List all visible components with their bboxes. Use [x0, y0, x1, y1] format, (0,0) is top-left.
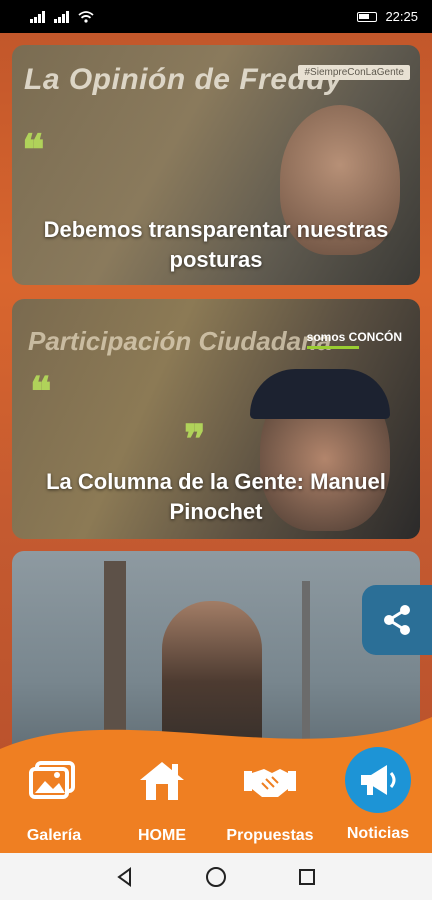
nav-item-noticias[interactable]: Noticias — [324, 747, 432, 843]
signal-icon — [30, 10, 45, 23]
brand-logo: somos CONCÓN — [306, 330, 402, 349]
nav-label: Propuestas — [226, 827, 314, 844]
megaphone-icon — [345, 747, 411, 813]
wifi-icon — [78, 10, 94, 23]
card-banner-text: La Opinión de Freddy — [24, 63, 343, 96]
nav-label: Noticias — [346, 825, 410, 842]
brand-logo-text: somos CONCÓN — [306, 330, 402, 344]
status-time: 22:25 — [385, 9, 418, 24]
nav-item-propuestas[interactable]: Propuestas — [216, 751, 324, 845]
signal-icon — [54, 10, 69, 23]
status-bar: 22:25 — [0, 0, 432, 33]
back-icon[interactable] — [114, 866, 136, 888]
cap-shape — [250, 369, 390, 419]
card-caption: La Columna de la Gente: Manuel Pinochet — [46, 469, 386, 524]
share-button[interactable] — [362, 585, 432, 655]
nav-label: HOME — [138, 827, 186, 844]
share-icon — [384, 605, 410, 635]
quote-icon: ❞ — [184, 418, 206, 462]
nav-label: Galería — [26, 827, 82, 844]
nav-item-home[interactable]: HOME — [108, 751, 216, 845]
card-hashtag: #SiempreConLaGente — [298, 65, 410, 80]
recents-icon[interactable] — [296, 866, 318, 888]
battery-icon — [357, 11, 378, 22]
card-caption: Debemos transparentar nuestras posturas — [43, 217, 389, 272]
news-card[interactable]: La Opinión de Freddy #SiempreConLaGente … — [12, 45, 420, 285]
handshake-icon — [240, 751, 300, 811]
quote-icon: ❝ — [30, 370, 52, 414]
system-navigation-bar — [0, 853, 432, 900]
bottom-navigation: Galería HOME Propuestas Noticias — [0, 703, 432, 853]
quote-icon: ❝ — [22, 126, 45, 173]
home-icon — [132, 751, 192, 811]
home-circle-icon[interactable] — [204, 865, 228, 889]
card-banner-text: Participación Ciudadana — [28, 326, 332, 356]
nav-item-galeria[interactable]: Galería — [0, 751, 108, 845]
news-card[interactable]: Participación Ciudadana somos CONCÓN ❝ ❞… — [12, 299, 420, 539]
gallery-icon — [24, 751, 84, 811]
app-content: La Opinión de Freddy #SiempreConLaGente … — [0, 33, 432, 853]
